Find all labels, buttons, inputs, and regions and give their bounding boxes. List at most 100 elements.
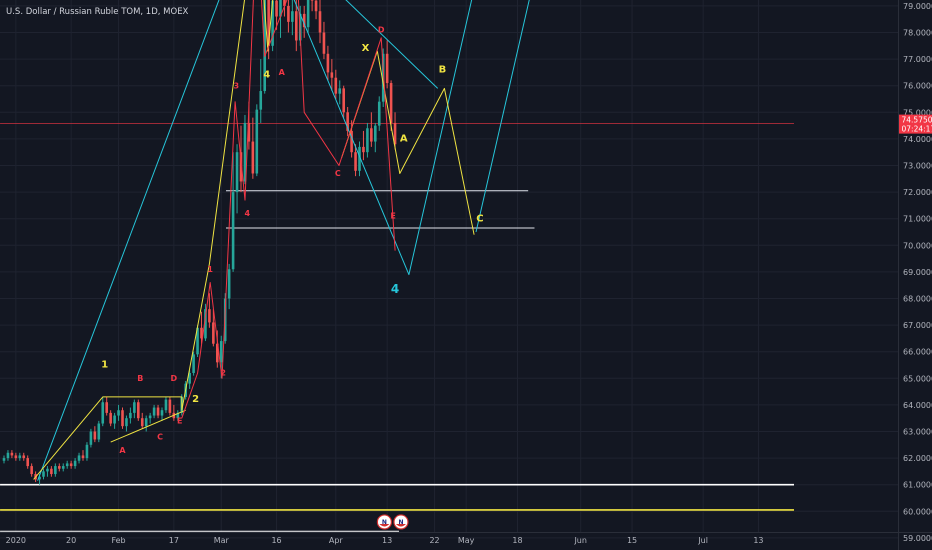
candle-body	[377, 101, 381, 126]
candle-body	[58, 466, 61, 469]
wave-label: 2	[220, 369, 226, 378]
candle-body	[295, 11, 298, 41]
x-tick-label: Jul	[697, 536, 708, 545]
candle-body	[338, 88, 342, 94]
candle-body	[251, 141, 255, 174]
candle-body	[105, 402, 108, 413]
candle-body	[144, 418, 148, 427]
x-tick-label: Mar	[214, 536, 230, 545]
x-tick-label: 17	[169, 536, 179, 545]
candle-body	[330, 72, 334, 78]
candle-body	[137, 402, 140, 419]
candle-body	[212, 322, 215, 344]
candle-body	[168, 399, 172, 413]
y-tick-label: 65.0000	[903, 374, 932, 383]
candle-body	[164, 399, 168, 411]
chart-root: 59.0000 60.0000 61.0000 62.0000 63.0000 64.00…	[0, 0, 932, 550]
wave-path	[33, 0, 274, 480]
wave-path	[341, 50, 475, 235]
y-tick-label: 79.0000	[903, 2, 932, 11]
y-tick-label: 67.0000	[903, 321, 932, 330]
y-tick-label: 63.0000	[903, 428, 932, 437]
x-tick-label: 20	[66, 536, 76, 545]
y-tick-label: 73.0000	[903, 162, 932, 171]
x-tick-label: 18	[512, 536, 522, 545]
candle-body	[81, 455, 85, 459]
candle-body	[2, 458, 6, 461]
y-tick-label: 59.0000	[903, 534, 932, 543]
candle-body	[6, 452, 10, 459]
wave-label: A	[400, 134, 408, 145]
wave-labels-layer: 1BDACE2123433543BCAXDCEABC455	[101, 26, 483, 455]
y-tick-label: 64.0000	[903, 401, 932, 410]
price-tag-countdown: 07:24:17	[902, 125, 932, 134]
x-tick-label: 16	[271, 536, 281, 545]
candle-body	[22, 455, 26, 459]
candle-body	[259, 91, 263, 110]
candle-body	[14, 455, 18, 459]
x-tick-label: Feb	[111, 536, 125, 545]
candle-body	[219, 341, 223, 363]
wave-path	[293, 0, 473, 276]
candle-body	[50, 468, 53, 475]
candle-body	[113, 415, 116, 424]
candle-body	[291, 11, 294, 22]
candle-body	[101, 402, 105, 424]
candle-body	[235, 152, 239, 193]
wave-label: B	[137, 374, 143, 383]
event-tags-layer: NN	[376, 514, 409, 530]
y-tick-label: 60.0000	[903, 507, 932, 516]
y-tick-label: 78.0000	[903, 29, 932, 38]
candle-body	[89, 431, 93, 445]
wave-label: 4	[263, 70, 270, 81]
wave-label: C	[476, 213, 483, 224]
wave-label: D	[171, 374, 178, 383]
candle-body	[69, 463, 73, 467]
candle-body	[227, 269, 231, 299]
event-tag-label: N	[382, 519, 387, 526]
candle-body	[85, 444, 89, 459]
wave-label: E	[390, 212, 395, 221]
candle-body	[374, 125, 377, 142]
candle-body	[370, 128, 373, 142]
price-tag-layer: 74.575007:24:17	[899, 114, 932, 134]
candle-body	[314, 0, 318, 12]
candle-body	[275, 0, 278, 17]
candle-body	[140, 418, 144, 427]
wave-paths-layer	[33, 0, 530, 481]
wave-label: A	[279, 68, 286, 77]
candle-body	[342, 88, 345, 113]
candle-body	[77, 455, 81, 461]
wave-label: C	[157, 432, 163, 441]
y-tick-label: 72.0000	[903, 188, 932, 197]
wave-label: B	[439, 64, 447, 75]
candle-body	[322, 32, 326, 54]
wave-label: 1	[101, 360, 108, 371]
y-tick-label: 77.0000	[903, 55, 932, 64]
candle-body	[26, 458, 29, 467]
candle-body	[385, 53, 389, 84]
candle-body	[18, 455, 22, 459]
x-tick-label: Jun	[573, 536, 587, 545]
candle-body	[10, 452, 14, 456]
wave-path	[181, 0, 396, 419]
candle-body	[117, 410, 120, 416]
chart-svg[interactable]: 59.0000 60.0000 61.0000 62.0000 63.0000 64.00…	[0, 0, 932, 550]
x-tick-label: 22	[429, 536, 439, 545]
wave-label: 4	[245, 209, 251, 218]
y-tick-label: 76.0000	[903, 82, 932, 91]
candle-body	[255, 109, 259, 174]
x-tick-label: Apr	[329, 536, 344, 545]
wave-label: C	[335, 169, 341, 178]
candle-body	[97, 423, 101, 440]
price-tag-value: 74.5750	[902, 116, 932, 125]
y-tick-label: 70.0000	[903, 241, 932, 250]
candle-body	[54, 466, 57, 475]
candle-body	[61, 466, 65, 469]
wave-label: D	[378, 26, 385, 35]
candle-body	[366, 128, 369, 153]
x-tick-label: 2020	[6, 536, 26, 545]
candle-body	[152, 407, 156, 416]
wave-label: 4	[391, 282, 399, 296]
candle-body	[73, 460, 77, 467]
